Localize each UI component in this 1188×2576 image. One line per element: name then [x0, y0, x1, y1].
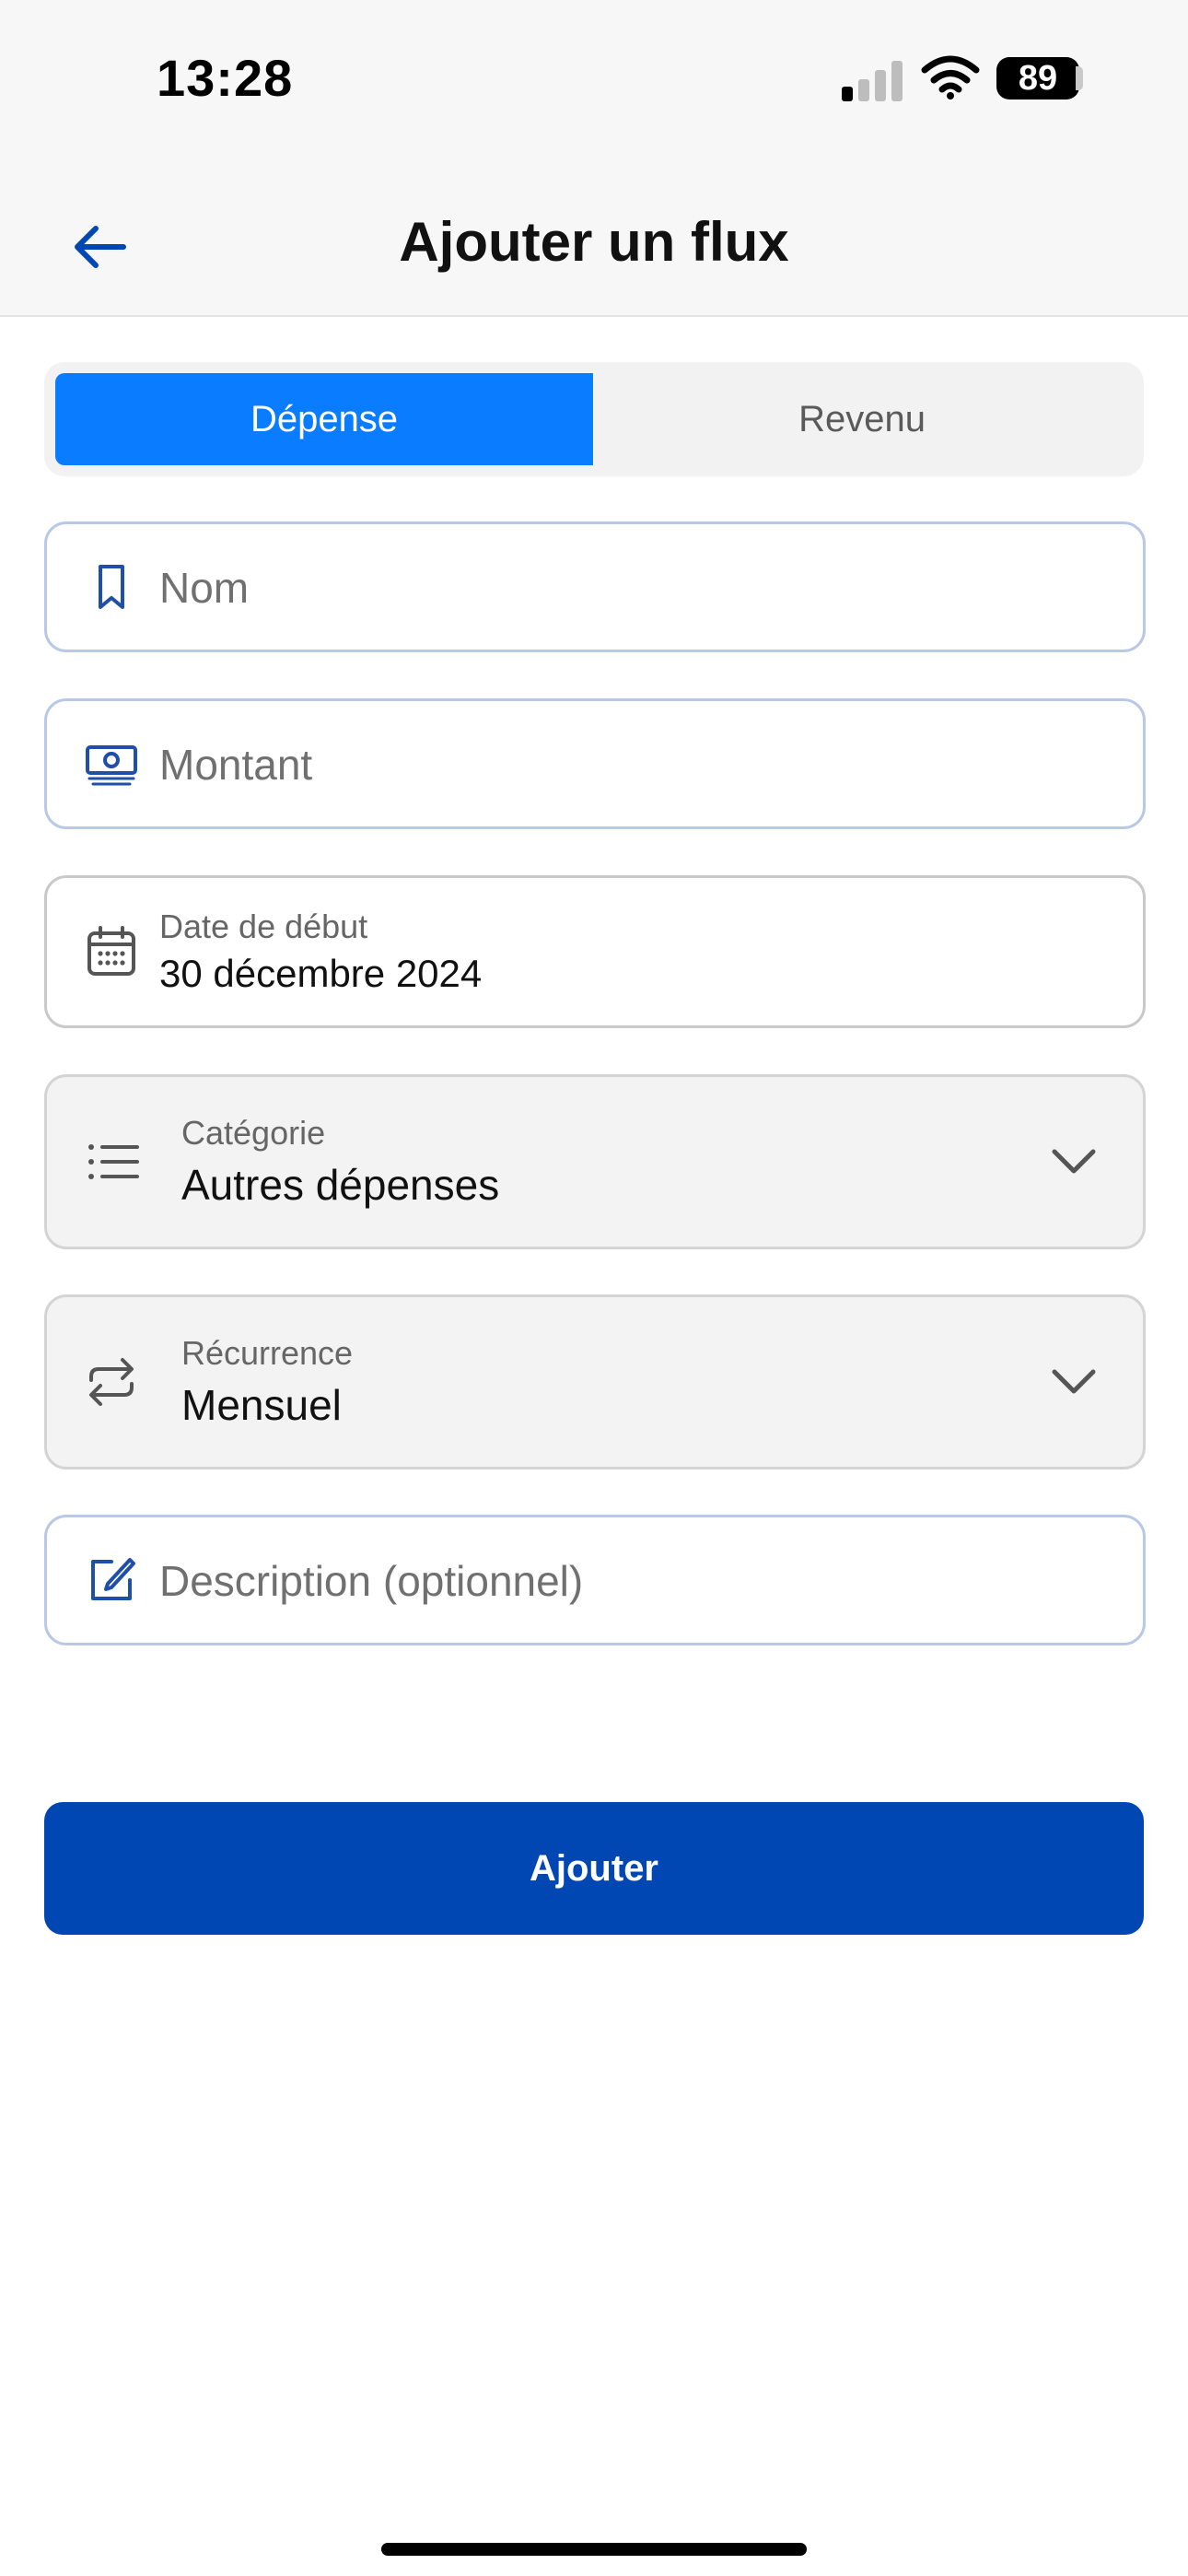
cellular-signal-icon [842, 59, 906, 101]
description-field[interactable]: Description (optionnel) [44, 1515, 1146, 1645]
banknote-icon [86, 745, 137, 786]
segment-expense[interactable]: Dépense [55, 373, 593, 465]
bookmark-icon [99, 565, 124, 609]
edit-icon [91, 1558, 135, 1600]
status-bar: 13:28 89 [0, 0, 1188, 175]
status-time: 13:28 [157, 49, 294, 107]
name-placeholder: Nom [159, 564, 250, 612]
page-title: Ajouter un flux [399, 211, 789, 273]
add-button[interactable]: Ajouter [44, 1802, 1144, 1935]
segment-income[interactable]: Revenu [593, 373, 1131, 465]
category-label: Catégorie [181, 1114, 326, 1152]
recurrence-label: Récurrence [181, 1334, 354, 1372]
category-value: Autres dépenses [181, 1161, 500, 1209]
start-date-label: Date de début [159, 907, 368, 945]
chevron-down-icon [1052, 1149, 1096, 1174]
list-icon [88, 1144, 139, 1179]
calendar-icon [87, 926, 135, 976]
description-placeholder: Description (optionnel) [159, 1557, 584, 1605]
category-select[interactable]: Catégorie Autres dépenses [44, 1074, 1146, 1249]
type-segmented-control: Dépense Revenu [44, 362, 1144, 476]
repeat-icon [89, 1358, 134, 1406]
battery-indicator: 89 [996, 57, 1079, 100]
start-date-field[interactable]: Date de début 30 décembre 2024 [44, 875, 1146, 1028]
battery-tip [1076, 66, 1083, 90]
recurrence-value: Mensuel [181, 1381, 342, 1429]
amount-placeholder: Montant [159, 741, 313, 789]
recurrence-select[interactable]: Récurrence Mensuel [44, 1294, 1146, 1469]
chevron-down-icon [1052, 1369, 1096, 1394]
wifi-icon [921, 55, 980, 100]
amount-field[interactable]: Montant [44, 698, 1146, 829]
home-indicator [381, 2543, 807, 2556]
name-field[interactable]: Nom [44, 521, 1146, 652]
start-date-value: 30 décembre 2024 [159, 952, 483, 995]
nav-bar: Ajouter un flux [0, 175, 1188, 317]
